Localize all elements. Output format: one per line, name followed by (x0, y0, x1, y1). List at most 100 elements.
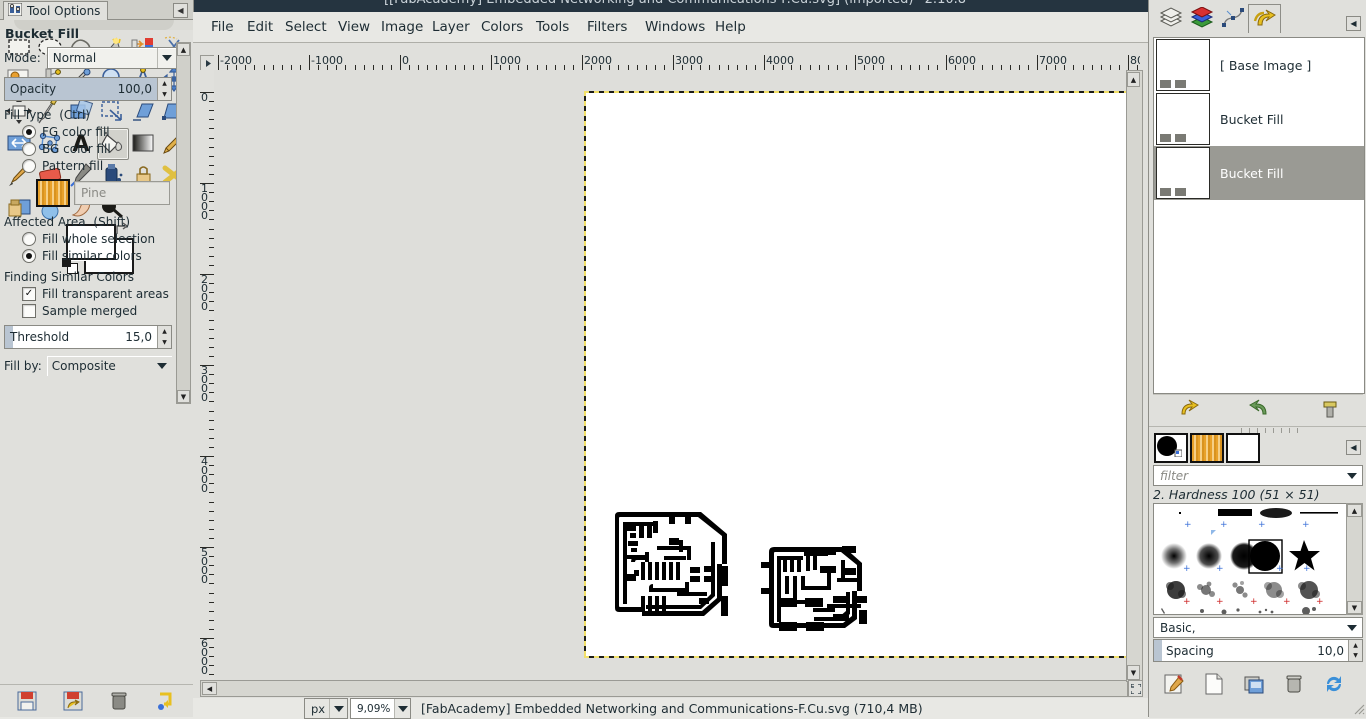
menu-filters[interactable]: Filters (579, 17, 635, 37)
right-dock-menu-button[interactable]: ◀ (1346, 16, 1361, 31)
pattern-name: Pine (74, 181, 170, 205)
menu-windows[interactable]: Windows (637, 17, 713, 37)
image-window: File Edit Select View Image Layer Colors… (193, 12, 1148, 717)
fill-by-label: Fill by: (4, 359, 42, 373)
gradient-swatch[interactable] (1226, 433, 1260, 463)
tool-options-tab-icon (8, 3, 22, 19)
brush-category-combo[interactable]: Basic, (1153, 617, 1363, 638)
tool-options-scrollbar[interactable]: ▲ ▼ (176, 42, 191, 404)
radio-icon (22, 142, 36, 156)
brush-grid[interactable]: ++++ ++++ (1153, 503, 1347, 615)
zoom-combo[interactable]: 9,09% (350, 698, 411, 719)
radio-label: Fill whole selection (42, 232, 155, 246)
checkbox-fill-transparent-areas[interactable]: ✓ Fill transparent areas (22, 287, 182, 301)
tab-paths[interactable] (1217, 4, 1248, 32)
brushes-dock: ◀ filter 2. Hardness 100 (51 × 51) ++++ (1149, 426, 1366, 718)
spacing-stepper[interactable]: ▲▼ (1348, 640, 1362, 661)
tool-options-button-row (0, 684, 193, 717)
brushes-menu-button[interactable]: ◀ (1346, 440, 1361, 455)
svg-text:+: + (1183, 564, 1191, 574)
opacity-spinner[interactable]: Opacity 100,0 ▲▼ (4, 77, 172, 101)
chevron-down-icon (1342, 473, 1362, 479)
navigation-preview-button[interactable] (1128, 680, 1143, 697)
affected-area-label: Affected Area (4, 215, 86, 229)
svg-text:+: + (1302, 520, 1310, 530)
horizontal-scrollbar[interactable]: ◀ (200, 680, 1128, 697)
toolbox-dock: A (0, 0, 194, 717)
pattern-swatch[interactable] (1190, 433, 1224, 463)
svg-text:+: + (1183, 597, 1191, 607)
radio-pattern-fill[interactable]: Pattern fill (22, 159, 182, 173)
radio-icon (22, 125, 36, 139)
delete-brush-button[interactable] (1283, 673, 1305, 695)
spacing-spinner[interactable]: Spacing 10,0 ▲▼ (1153, 639, 1363, 662)
menu-file[interactable]: File (203, 17, 242, 37)
redo-button[interactable] (1248, 398, 1270, 420)
menu-colors[interactable]: Colors (473, 17, 531, 37)
undo-history-item[interactable]: Bucket Fill (1154, 92, 1364, 146)
opacity-stepper[interactable]: ▲▼ (157, 78, 171, 100)
tab-undo-history[interactable] (1248, 4, 1281, 33)
undo-history-item[interactable]: [ Base Image ] (1154, 38, 1364, 92)
duplicate-brush-button[interactable] (1243, 673, 1265, 695)
undo-button[interactable] (1178, 398, 1200, 420)
delete-tool-options-button[interactable] (108, 690, 130, 712)
canvas-page[interactable] (585, 92, 1140, 657)
tab-layers[interactable] (1155, 4, 1186, 32)
tab-tool-options[interactable]: Tool Options (3, 1, 108, 20)
save-tool-options-button[interactable] (16, 690, 38, 712)
radio-icon (22, 232, 36, 246)
threshold-stepper[interactable]: ▲▼ (157, 326, 171, 348)
undo-history-list[interactable]: [ Base Image ] Bucket Fill Bucket Fill (1153, 37, 1365, 394)
restore-tool-options-button[interactable] (62, 690, 84, 712)
radio-fill-similar-colors[interactable]: Fill similar colors (22, 249, 182, 263)
statusbar: px 9,09% [FabAcademy] Embedded Networkin… (193, 698, 1148, 717)
radio-label: Fill similar colors (42, 249, 142, 263)
menu-help[interactable]: Help (707, 17, 754, 37)
pattern-swatch[interactable] (36, 179, 70, 207)
checkbox-icon (22, 304, 36, 318)
canvas-area[interactable] (214, 70, 1140, 680)
ruler-tick-label: 3000 (673, 55, 703, 67)
pattern-selector[interactable]: Pine (36, 179, 170, 207)
reset-tool-options-button[interactable] (154, 690, 176, 712)
ruler-tick-label: 2000 (582, 55, 612, 67)
ruler-tick-label: 800 (1128, 55, 1140, 67)
unit-combo[interactable]: px (304, 698, 348, 719)
opacity-label: Opacity (5, 82, 118, 96)
radio-fg-color-fill[interactable]: FG color fill (22, 125, 182, 139)
horizontal-ruler[interactable]: -2000-1000010002000300040005000600070008… (214, 55, 1140, 71)
brush-filter-input[interactable]: filter (1153, 465, 1363, 486)
refresh-brushes-button[interactable] (1323, 673, 1345, 695)
clear-undo-history-button[interactable] (1319, 398, 1341, 420)
vertical-ruler[interactable]: 0100020003000400050006000 (200, 70, 215, 680)
new-brush-button[interactable] (1203, 673, 1225, 695)
undo-history-item[interactable]: Bucket Fill (1154, 146, 1364, 200)
vertical-scrollbar[interactable]: ▲ ▼ (1126, 70, 1143, 682)
chevron-down-icon (1342, 625, 1362, 631)
threshold-spinner[interactable]: Threshold 15,0 ▲▼ (4, 325, 172, 349)
resize-grip[interactable] (1351, 701, 1365, 715)
menu-tools[interactable]: Tools (528, 17, 577, 37)
affected-area-group-label: Affected Area (Shift) (4, 215, 182, 229)
menu-edit[interactable]: Edit (239, 17, 281, 37)
menu-layer[interactable]: Layer (424, 17, 478, 37)
checkbox-sample-merged[interactable]: Sample merged (22, 304, 182, 318)
fill-type-label: Fill Type (4, 108, 51, 122)
menu-select[interactable]: Select (277, 17, 335, 37)
fill-by-combo[interactable]: Composite (47, 356, 172, 376)
edit-brush-button[interactable] (1163, 673, 1185, 695)
radio-fill-whole-selection[interactable]: Fill whole selection (22, 232, 182, 246)
menu-view[interactable]: View (330, 17, 378, 37)
spacing-label: Spacing (1162, 644, 1317, 658)
svg-text:+: + (1184, 520, 1192, 530)
brush-swatch[interactable] (1154, 433, 1188, 463)
mode-combo[interactable]: Normal (47, 47, 178, 69)
radio-bg-color-fill[interactable]: BG color fill (22, 142, 182, 156)
menu-image[interactable]: Image (373, 17, 431, 37)
tool-options-menu-button[interactable]: ◀ (173, 3, 188, 18)
svg-text:+: + (1216, 597, 1224, 607)
tab-channels[interactable] (1186, 4, 1217, 32)
svg-text:+: + (1250, 597, 1258, 607)
brush-grid-scrollbar[interactable]: ▲ ▼ (1346, 503, 1363, 615)
